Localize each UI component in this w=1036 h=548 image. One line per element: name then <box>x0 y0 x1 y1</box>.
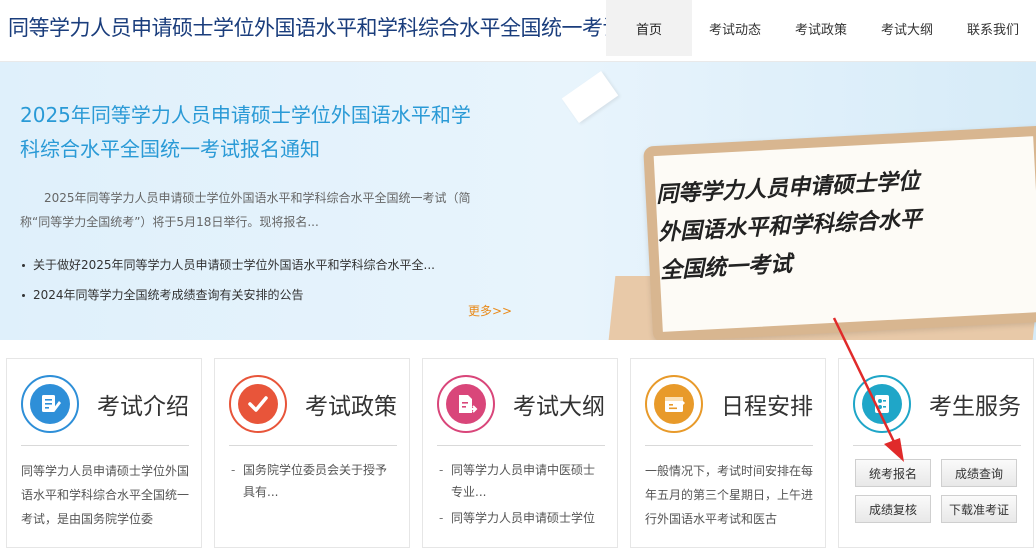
exam-registration-button[interactable]: 统考报名 <box>855 459 931 487</box>
card-header: 考试介绍 <box>7 359 201 447</box>
bullet-icon <box>22 264 25 267</box>
nav-exam-policy[interactable]: 考试政策 <box>778 0 864 56</box>
card-title: 考试政策 <box>305 394 397 420</box>
divider <box>853 445 1021 446</box>
policy-list: 国务院学位委员会关于授予具有... <box>229 459 397 507</box>
more-link[interactable]: 更多>> <box>468 302 512 319</box>
list-item[interactable]: 国务院学位委员会关于授予具有... <box>229 459 397 503</box>
bullet-icon <box>22 294 25 297</box>
card-header: 考试大纲 <box>423 359 617 447</box>
banner-description: 2025年同等学力人员申请硕士学位外国语水平和学科综合水平全国统一考试（简称“同… <box>20 191 471 229</box>
card-header: 日程安排 <box>631 359 825 447</box>
card-exam-intro[interactable]: 考试介绍 同等学力人员申请硕士学位外国语水平和学科综合水平全国统一考试，是由国务… <box>6 358 202 548</box>
score-review-button[interactable]: 成绩复核 <box>855 495 931 523</box>
banner-title[interactable]: 2025年同等学力人员申请硕士学位外国语水平和学科综合水平全国统一考试报名通知 <box>20 98 490 166</box>
nav-exam-news[interactable]: 考试动态 <box>692 0 778 56</box>
syllabus-list: 同等学力人员申请中医硕士专业... 同等学力人员申请硕士学位 <box>437 459 605 533</box>
card-text: 一般情况下，考试时间安排在每年五月的第三个星期日，上午进行外国语水平考试和医古 <box>645 464 814 526</box>
board-illustration: 同等学力人员申请硕士学位 外国语水平和学科综合水平 全国统一考试 <box>608 125 1036 340</box>
nav-home[interactable]: 首页 <box>606 0 692 56</box>
id-card-icon <box>853 375 911 433</box>
site-title: 同等学力人员申请硕士学位外国语水平和学科综合水平全国统一考试 <box>8 16 624 40</box>
card-title: 考生服务 <box>929 394 1021 420</box>
card-text: 同等学力人员申请硕士学位外国语水平和学科综合水平全国统一考试，是由国务院学位委 <box>21 464 190 526</box>
card-header: 考试政策 <box>215 359 409 447</box>
feature-cards: 考试介绍 同等学力人员申请硕士学位外国语水平和学科综合水平全国统一考试，是由国务… <box>6 358 1036 548</box>
card-title: 考试大纲 <box>513 394 605 420</box>
score-query-button[interactable]: 成绩查询 <box>941 459 1017 487</box>
document-edit-icon <box>21 375 79 433</box>
card-schedule[interactable]: 日程安排 一般情况下，考试时间安排在每年五月的第三个星期日，上午进行外国语水平考… <box>630 358 826 548</box>
nav-exam-syllabus[interactable]: 考试大纲 <box>864 0 950 56</box>
board-heading: 同等学力人员申请硕士学位 外国语水平和学科综合水平 全国统一考试 <box>655 163 925 291</box>
news-item[interactable]: 关于做好2025年同等学力人员申请硕士学位外国语水平和学科综合水平全... <box>20 250 490 280</box>
card-title: 日程安排 <box>721 394 813 420</box>
card-title: 考试介绍 <box>97 394 189 420</box>
divider <box>21 445 189 446</box>
list-item[interactable]: 同等学力人员申请中医硕士专业... <box>437 459 605 503</box>
card-exam-policy[interactable]: 考试政策 国务院学位委员会关于授予具有... <box>214 358 410 548</box>
top-header: 同等学力人员申请硕士学位外国语水平和学科综合水平全国统一考试 首页 考试动态 考… <box>0 0 1036 62</box>
checkmark-icon <box>229 375 287 433</box>
paper-illustration <box>561 70 619 124</box>
download-admission-ticket-button[interactable]: 下载准考证 <box>941 495 1017 523</box>
list-item[interactable]: 同等学力人员申请硕士学位 <box>437 507 605 529</box>
card-exam-syllabus[interactable]: 考试大纲 同等学力人员申请中医硕士专业... 同等学力人员申请硕士学位 <box>422 358 618 548</box>
calendar-icon <box>645 375 703 433</box>
nav-contact-us[interactable]: 联系我们 <box>950 0 1036 56</box>
divider <box>229 445 397 446</box>
divider <box>645 445 813 446</box>
main-nav: 首页 考试动态 考试政策 考试大纲 联系我们 <box>606 0 1036 62</box>
news-item[interactable]: 2024年同等学力全国统考成绩查询有关安排的公告 <box>20 280 490 310</box>
card-candidate-service: 考生服务 统考报名 成绩查询 成绩复核 下载准考证 <box>838 358 1034 548</box>
hero-banner: 2025年同等学力人员申请硕士学位外国语水平和学科综合水平全国统一考试报名通知 … <box>0 62 1036 340</box>
divider <box>437 445 605 446</box>
news-list: 关于做好2025年同等学力人员申请硕士学位外国语水平和学科综合水平全... 20… <box>20 250 490 310</box>
card-header: 考生服务 <box>839 359 1033 447</box>
document-export-icon <box>437 375 495 433</box>
